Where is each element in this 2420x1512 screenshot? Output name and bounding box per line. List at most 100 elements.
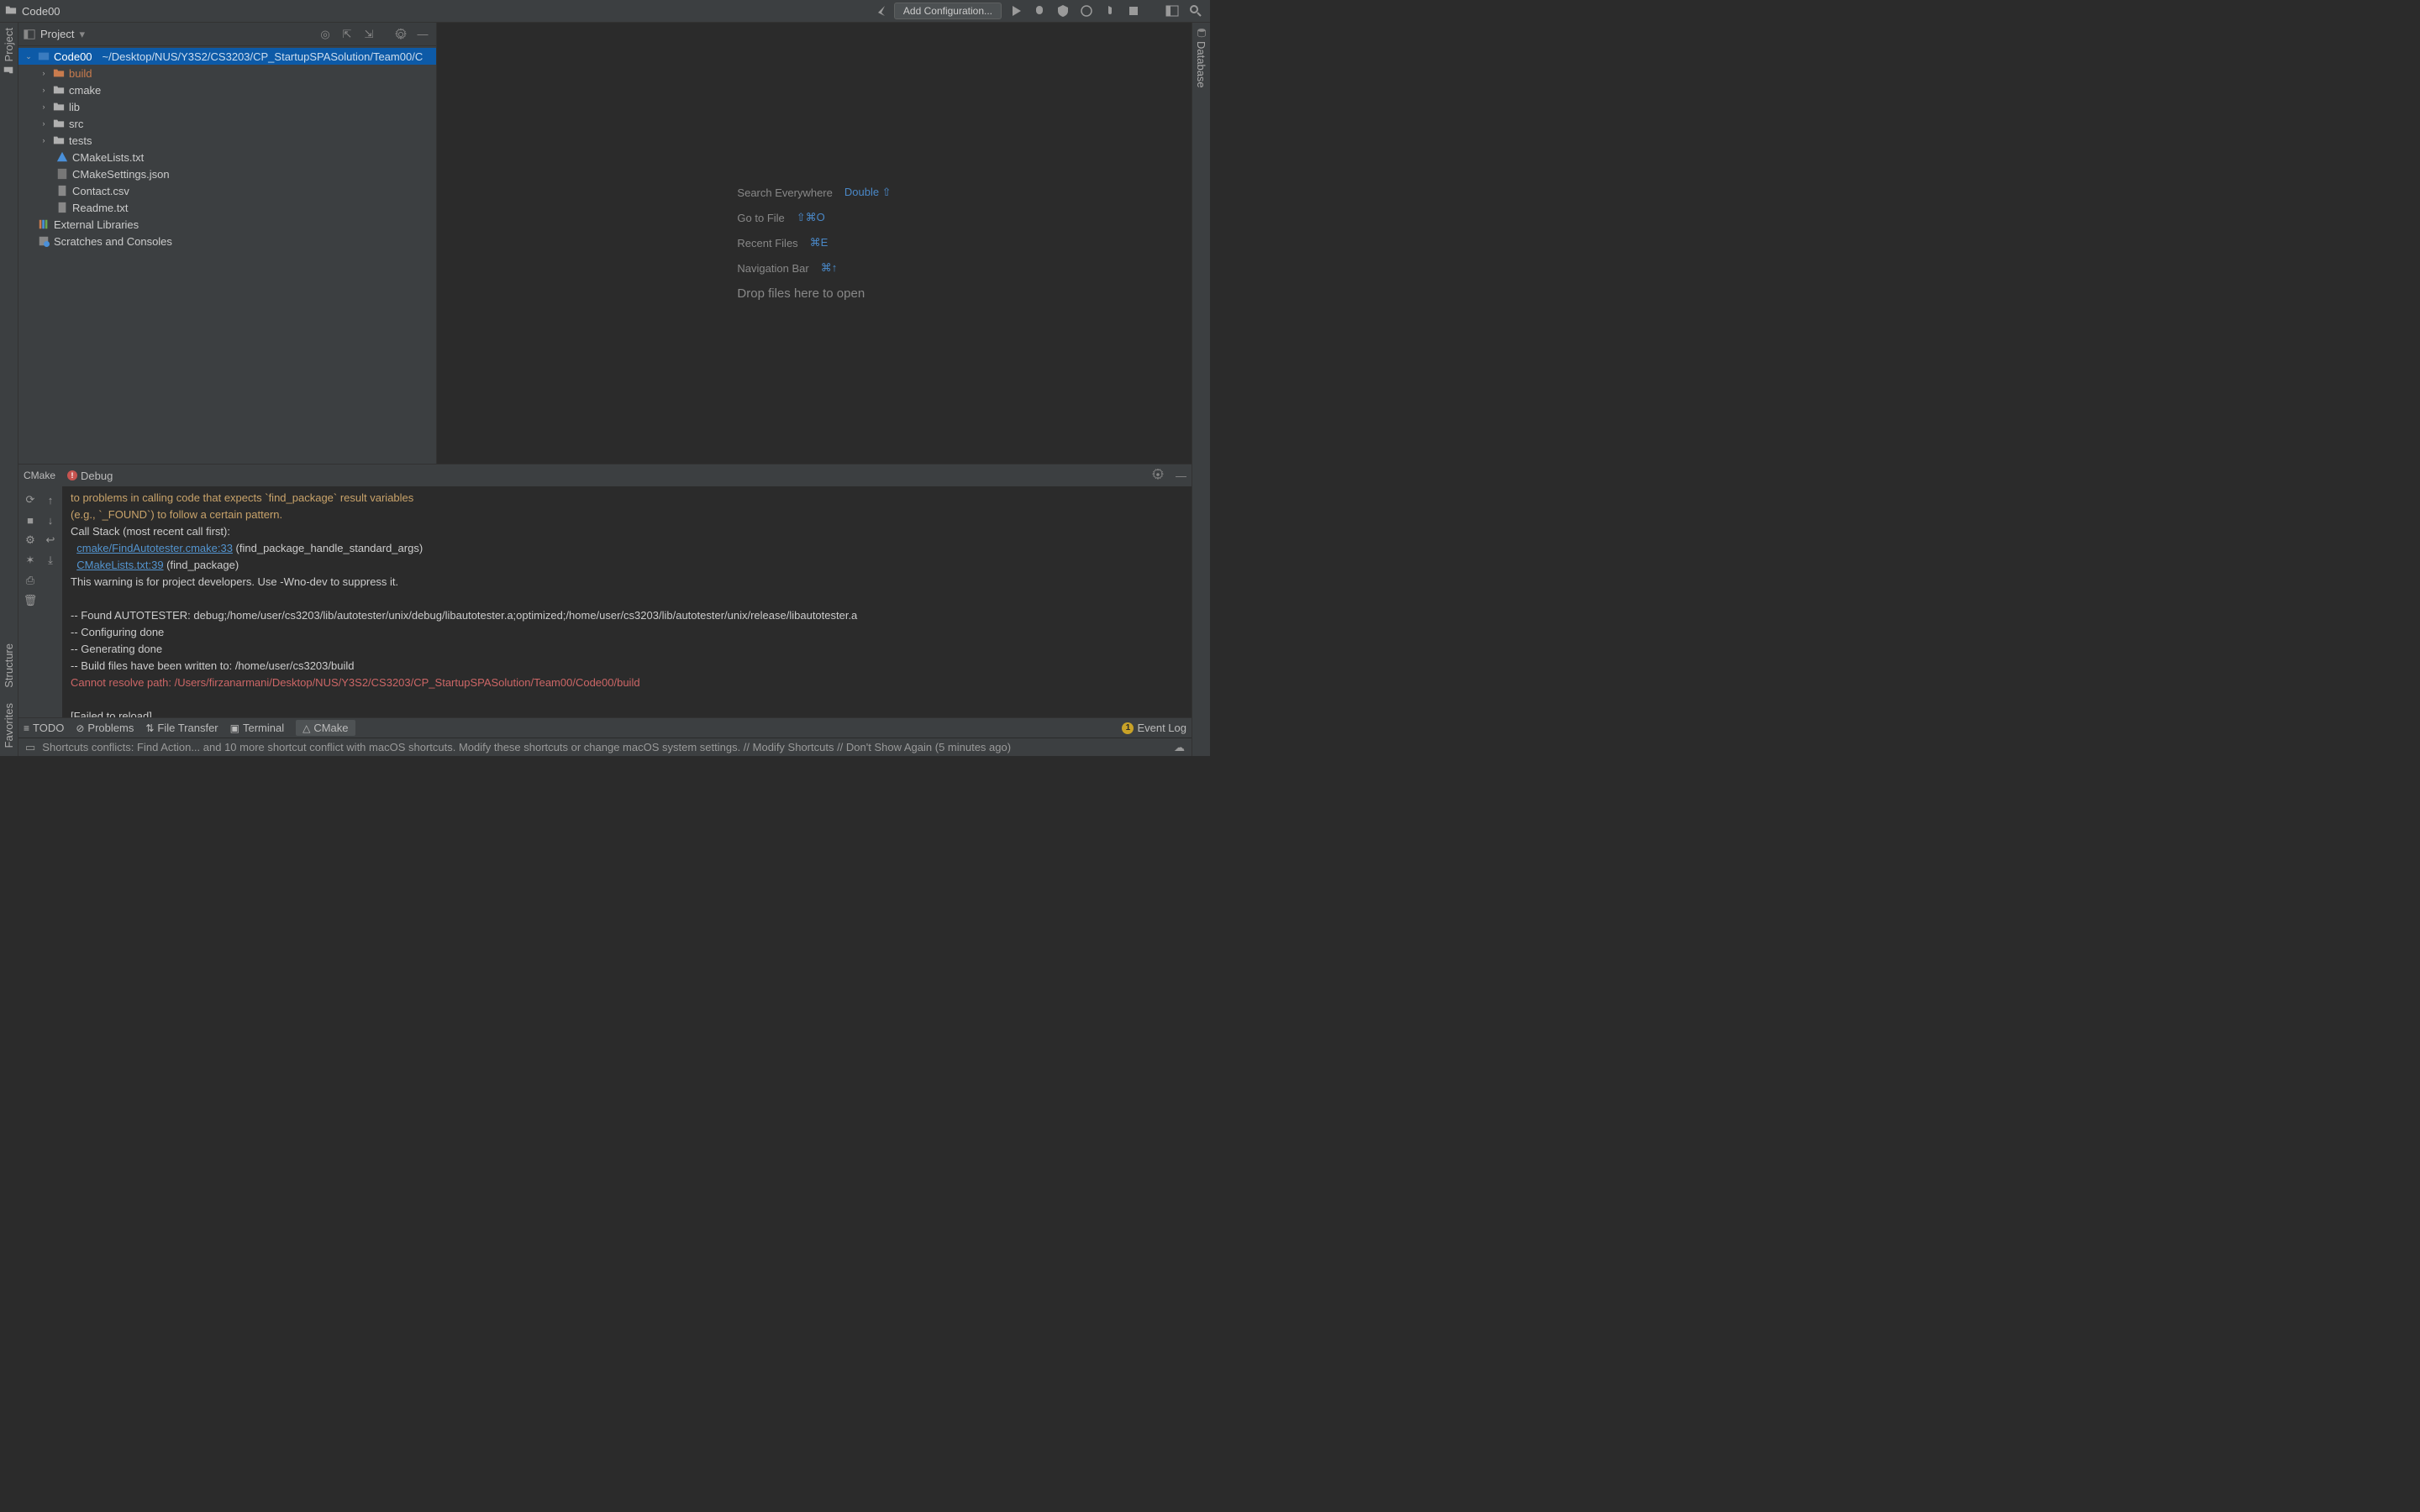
terminal-label: Terminal: [243, 722, 284, 734]
build-icon[interactable]: [871, 2, 889, 20]
project-tree[interactable]: ⌄ Code00 ~/Desktop/NUS/Y3S2/CS3203/CP_St…: [18, 46, 436, 464]
cmake-tab[interactable]: CMake: [24, 470, 55, 481]
tree-folder-src[interactable]: › src: [18, 115, 436, 132]
file-icon: [55, 202, 69, 213]
console-output[interactable]: to problems in calling code that expects…: [62, 486, 1192, 717]
tree-file-readme[interactable]: Readme.txt: [18, 199, 436, 216]
terminal-tab[interactable]: ▣ Terminal: [230, 722, 284, 734]
structure-tool-tab[interactable]: Structure: [3, 643, 15, 688]
tree-item-label: lib: [69, 101, 80, 113]
debug-tab[interactable]: ! Debug: [67, 470, 113, 482]
event-log-tab[interactable]: 1 Event Log: [1122, 722, 1186, 734]
hint-search-label: Search Everywhere: [737, 186, 832, 199]
tree-external-libraries[interactable]: External Libraries: [18, 216, 436, 233]
tree-folder-build[interactable]: › build: [18, 65, 436, 81]
cmake-tab-bottom[interactable]: △ CMake: [296, 720, 355, 736]
chevron-right-icon[interactable]: ›: [39, 136, 49, 144]
console-line: (e.g., `_FOUND`) to follow a certain pat…: [71, 507, 1183, 523]
project-sidebar-header: Project ▾ ◎ ⇱ ⇲ —: [18, 23, 436, 46]
console-text: (find_package_handle_standard_args): [233, 542, 423, 554]
json-icon: [55, 168, 69, 180]
remote-icon[interactable]: ☁: [1174, 741, 1185, 754]
trash-icon[interactable]: 🗑: [22, 592, 39, 609]
stop-icon[interactable]: [1124, 2, 1143, 20]
settings-icon[interactable]: ✶: [22, 552, 39, 569]
chevron-down-icon[interactable]: ▾: [79, 28, 85, 41]
coverage-icon[interactable]: [1054, 2, 1072, 20]
title-bar: Code00 Add Configuration...: [0, 0, 1210, 23]
tree-item-label: Contact.csv: [72, 185, 129, 197]
filetransfer-tab[interactable]: ⇅ File Transfer: [145, 722, 218, 734]
collapse-all-icon[interactable]: ⇲: [360, 26, 377, 43]
bottom-panel-tabs: CMake ! Debug —: [18, 465, 1192, 486]
add-configuration-button[interactable]: Add Configuration...: [894, 3, 1002, 19]
bottom-panel: CMake ! Debug — ⟳ ↑ ■ ↓ ⚙ ↩: [18, 464, 1192, 717]
tree-file-cmakesettings[interactable]: CMakeSettings.json: [18, 165, 436, 182]
stop-icon[interactable]: ■: [22, 512, 39, 528]
console-line: Call Stack (most recent call first):: [71, 523, 1183, 540]
folder-icon: [52, 134, 66, 146]
tree-item-label: CMakeSettings.json: [72, 168, 170, 181]
chevron-right-icon[interactable]: ›: [39, 86, 49, 94]
module-icon: [37, 50, 50, 62]
reload-icon[interactable]: ⟳: [22, 491, 39, 508]
tree-folder-tests[interactable]: › tests: [18, 132, 436, 149]
run-icon[interactable]: [1007, 2, 1025, 20]
database-tool-tab[interactable]: Database: [1195, 28, 1207, 88]
debug-icon[interactable]: [1030, 2, 1049, 20]
chevron-down-icon[interactable]: ⌄: [24, 52, 34, 61]
tree-file-cmakelists[interactable]: CMakeLists.txt: [18, 149, 436, 165]
gear-icon[interactable]: [1152, 469, 1164, 483]
notification-icon[interactable]: ▭: [25, 741, 35, 754]
problems-tab[interactable]: ⊘ Problems: [76, 722, 134, 734]
tree-file-contact[interactable]: Contact.csv: [18, 182, 436, 199]
tree-item-label: Readme.txt: [72, 202, 128, 214]
cmake-label: CMake: [313, 722, 348, 734]
attach-icon[interactable]: [1101, 2, 1119, 20]
layout-icon[interactable]: [1163, 2, 1181, 20]
console-line: [Failed to reload]: [71, 708, 1183, 717]
down-icon[interactable]: ↓: [42, 512, 59, 528]
scratch-icon: [37, 235, 50, 247]
chevron-right-icon[interactable]: ›: [39, 119, 49, 128]
tree-folder-cmake[interactable]: › cmake: [18, 81, 436, 98]
tree-root[interactable]: ⌄ Code00 ~/Desktop/NUS/Y3S2/CS3203/CP_St…: [18, 48, 436, 65]
minimize-icon[interactable]: —: [414, 26, 431, 43]
up-icon[interactable]: ↑: [42, 491, 59, 508]
search-icon[interactable]: [1186, 2, 1205, 20]
console-link[interactable]: CMakeLists.txt:39: [76, 559, 163, 571]
console-line: cmake/FindAutotester.cmake:33 (find_pack…: [71, 540, 1183, 557]
editor-area[interactable]: Search EverywhereDouble ⇧ Go to File⇧⌘O …: [437, 23, 1192, 464]
todo-tab[interactable]: ≡ TODO: [24, 722, 64, 734]
file-icon: [55, 185, 69, 197]
tree-scratches[interactable]: Scratches and Consoles: [18, 233, 436, 249]
gear-icon[interactable]: [392, 26, 409, 43]
expand-all-icon[interactable]: ⇱: [339, 26, 355, 43]
build-icon[interactable]: ⚙: [22, 532, 39, 549]
project-tool-label: Project: [3, 28, 15, 61]
window-title: Code00: [22, 5, 60, 18]
hint-goto-label: Go to File: [737, 212, 784, 224]
structure-tool-label: Structure: [3, 643, 15, 688]
library-icon: [37, 218, 50, 230]
favorites-tool-tab[interactable]: Favorites: [3, 703, 15, 748]
chevron-right-icon[interactable]: ›: [39, 69, 49, 77]
console-line: This warning is for project developers. …: [71, 574, 1183, 591]
tree-root-path: ~/Desktop/NUS/Y3S2/CS3203/CP_StartupSPAS…: [103, 50, 424, 63]
status-bar: ▭ Shortcuts conflicts: Find Action... an…: [18, 738, 1192, 756]
minimize-icon[interactable]: —: [1176, 470, 1186, 482]
console-link[interactable]: cmake/FindAutotester.cmake:33: [76, 542, 233, 554]
chevron-right-icon[interactable]: ›: [39, 102, 49, 111]
console-line: -- Build files have been written to: /ho…: [71, 658, 1183, 675]
profile-icon[interactable]: [1077, 2, 1096, 20]
project-tool-tab[interactable]: Project: [3, 28, 15, 75]
tree-folder-lib[interactable]: › lib: [18, 98, 436, 115]
wrap-icon[interactable]: ↩: [42, 532, 59, 549]
print-icon[interactable]: ⎙: [22, 572, 39, 589]
hint-navbar-label: Navigation Bar: [737, 262, 808, 275]
folder-icon: [52, 67, 66, 79]
locate-icon[interactable]: ◎: [317, 26, 334, 43]
right-tool-rail: Database: [1192, 23, 1210, 756]
scroll-icon[interactable]: ⤓: [42, 552, 59, 569]
tree-item-label: External Libraries: [54, 218, 139, 231]
